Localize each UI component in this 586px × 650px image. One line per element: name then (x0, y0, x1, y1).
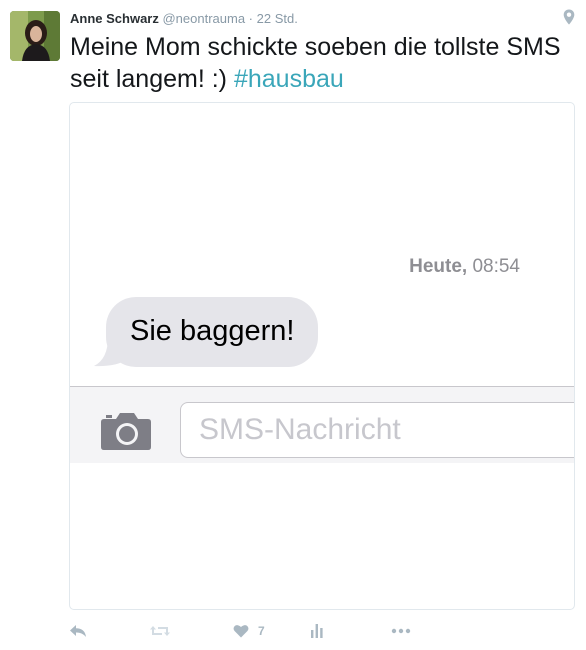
analytics-icon (311, 624, 323, 638)
avatar[interactable] (10, 11, 60, 61)
author-handle[interactable]: @neontrauma (162, 11, 245, 26)
sms-timestamp-time: 08:54 (467, 256, 520, 277)
heart-icon (233, 625, 249, 638)
sms-input-field[interactable]: SMS-Nachricht (180, 402, 574, 458)
sms-input-placeholder: SMS-Nachricht (199, 413, 401, 446)
tweet-time[interactable]: 22 Std. (257, 11, 298, 26)
reply-icon (70, 625, 86, 637)
analytics-button[interactable] (311, 620, 323, 642)
camera-icon[interactable] (100, 411, 152, 451)
map-pin-icon[interactable] (563, 9, 575, 25)
message-bubble: Sie baggern! (106, 297, 319, 367)
meta-separator: · (245, 11, 257, 26)
more-button[interactable] (391, 620, 411, 642)
author-name[interactable]: Anne Schwarz (70, 11, 159, 26)
retweet-button[interactable] (149, 620, 171, 642)
hashtag-link[interactable]: #hausbau (234, 65, 344, 93)
reply-button[interactable] (69, 620, 87, 642)
more-icon (391, 628, 411, 634)
message-input-bar: SMS-Nachricht (70, 386, 574, 463)
like-button[interactable]: 7 (233, 620, 265, 642)
sms-timestamp-day: Heute, (409, 256, 468, 277)
media-card[interactable]: Heute, 08:54 Sie baggern! SMS-Nachricht (69, 102, 575, 610)
message-bubble-container: Sie baggern! (92, 297, 319, 367)
sms-timestamp: Heute, 08:54 (409, 256, 520, 278)
retweet-icon (150, 626, 170, 636)
like-count: 7 (258, 624, 265, 638)
tweet-text: Meine Mom schickte soeben die tollste SM… (70, 31, 570, 95)
tweet-header: Anne Schwarz @neontrauma · 22 Std. (70, 11, 298, 27)
